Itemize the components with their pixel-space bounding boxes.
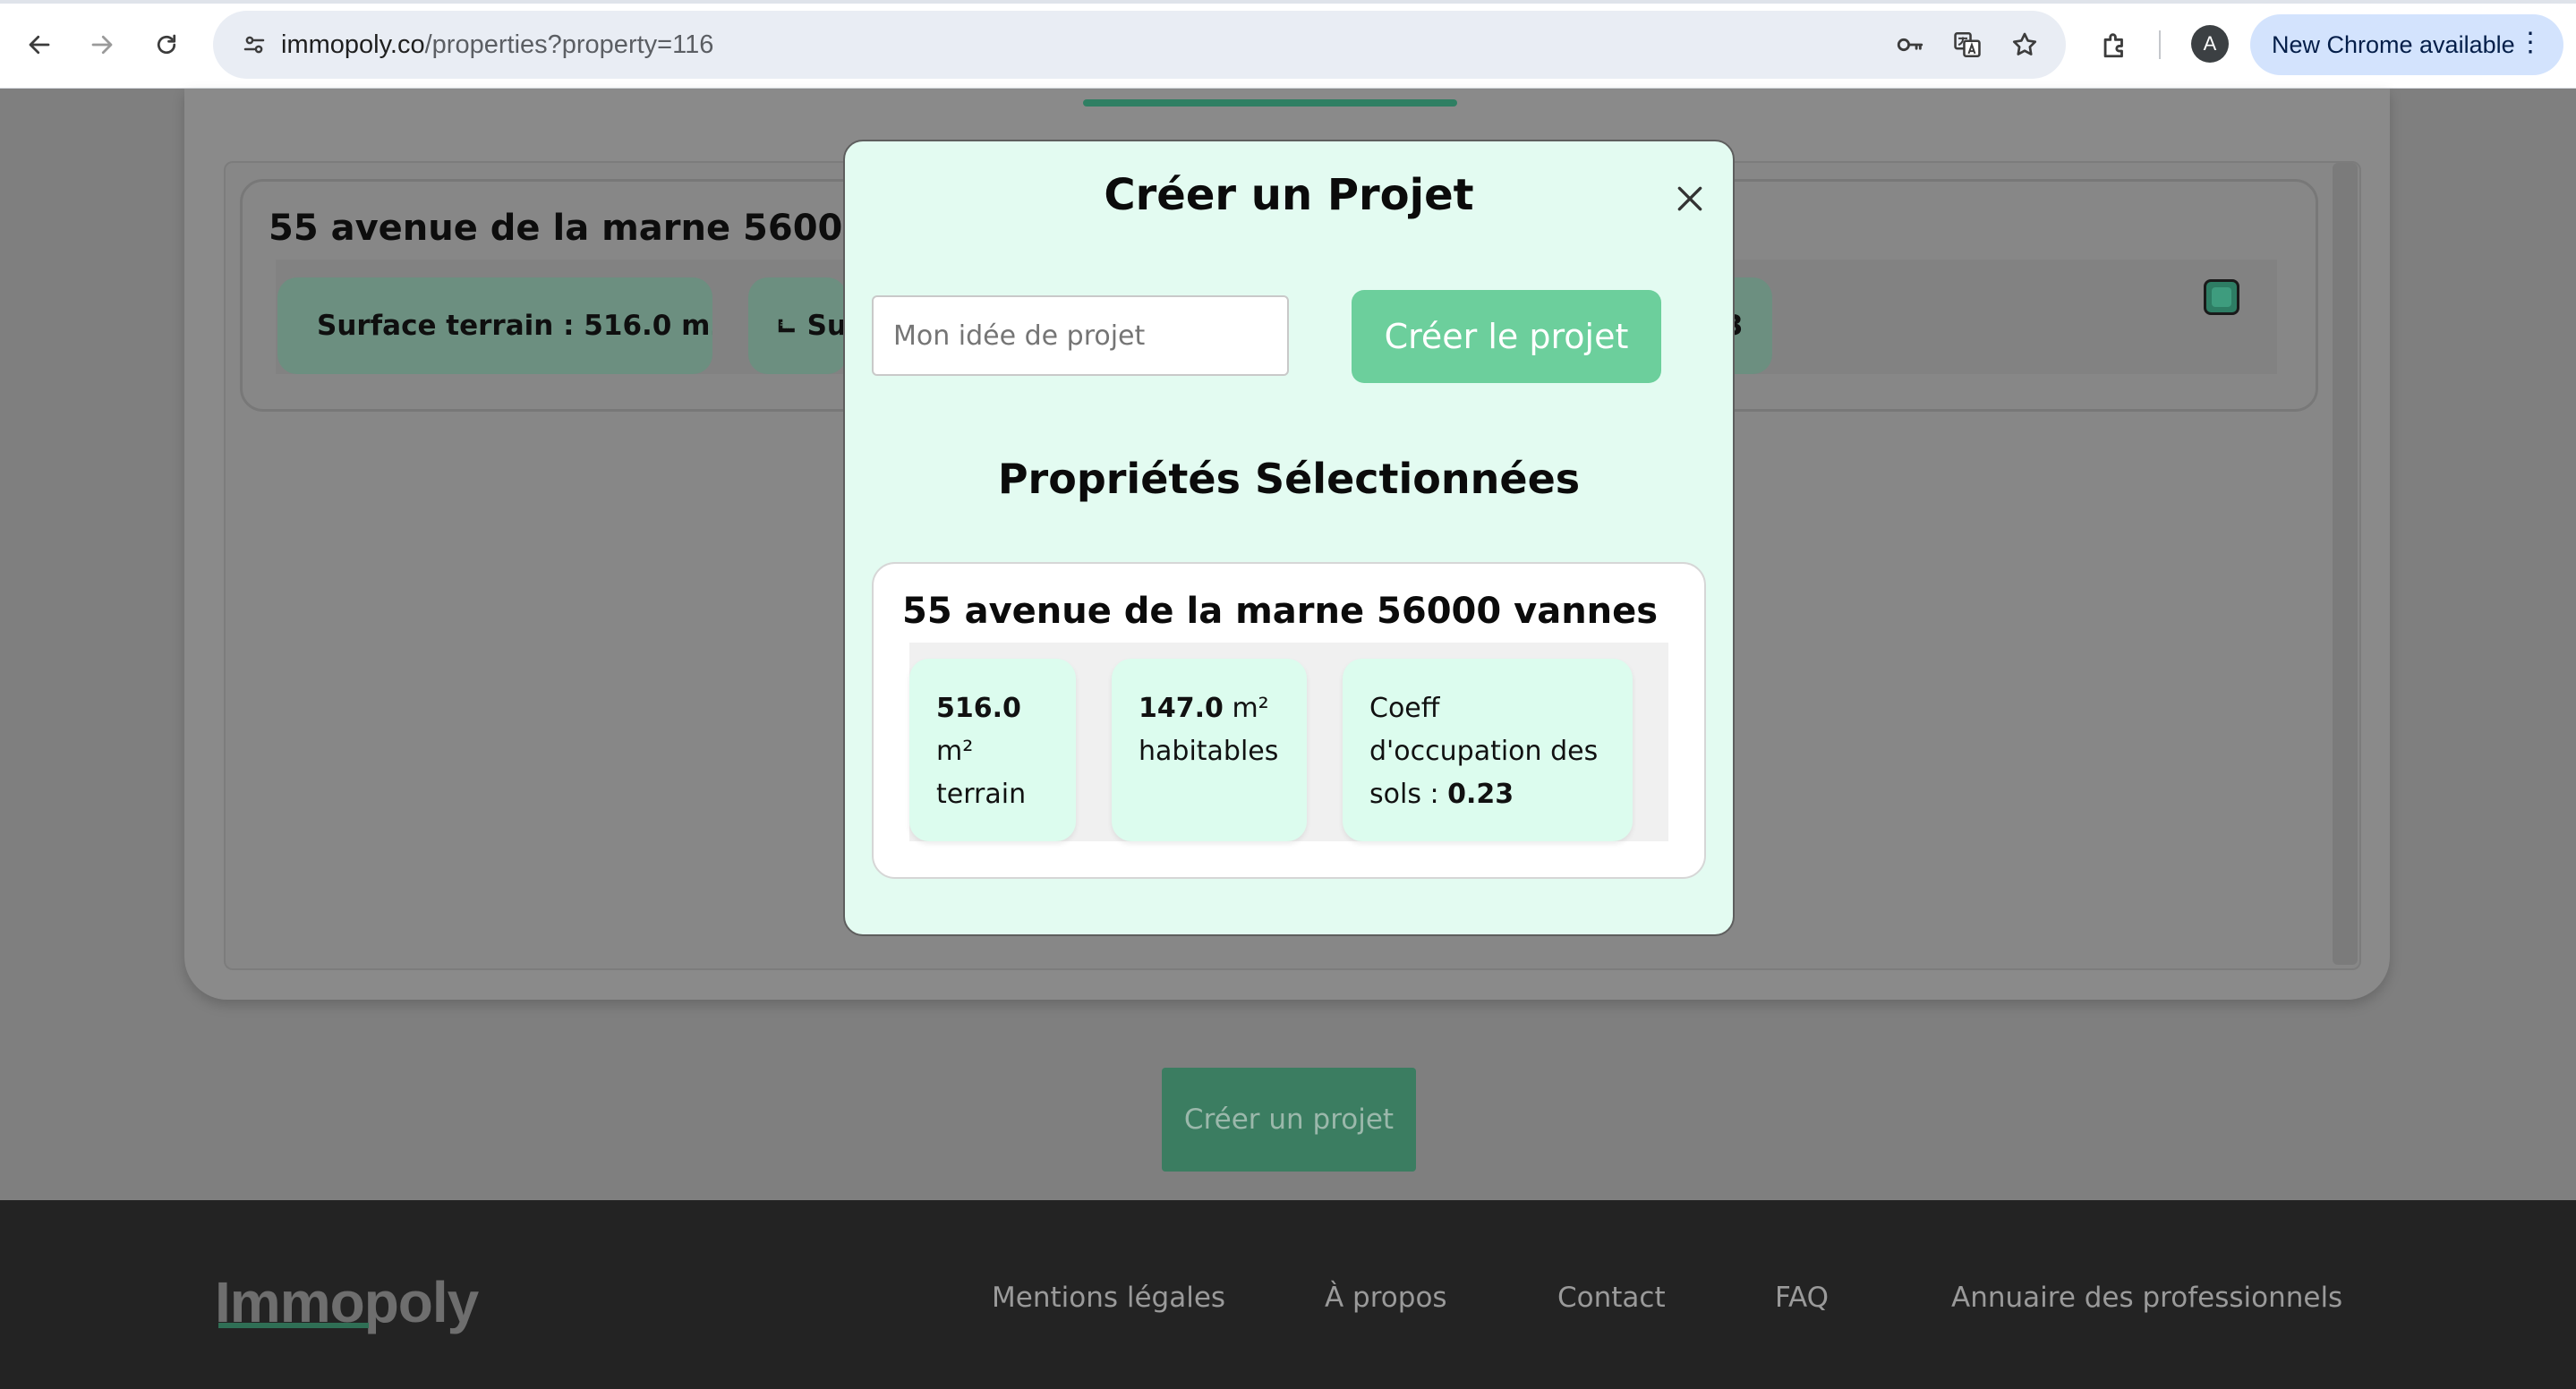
living-surface-value: 147.0 <box>1139 693 1224 724</box>
address-bar[interactable]: immopoly.co/properties?property=116 <box>213 11 2066 79</box>
modal-title: Créer un Projet <box>1104 170 1474 220</box>
cos-label-line-1: Coeff <box>1369 693 1440 724</box>
tab-strip-edge <box>0 0 2576 4</box>
create-project-button-bg[interactable]: Créer un projet <box>1162 1068 1416 1172</box>
site-settings-icon[interactable] <box>233 23 276 66</box>
active-tab-indicator <box>1083 99 1457 107</box>
land-surface-label: terrain <box>936 779 1027 810</box>
footer-link-faq[interactable]: FAQ <box>1775 1282 1829 1314</box>
cos-label-line-2: d'occupation des <box>1369 736 1599 767</box>
profile-avatar[interactable]: A <box>2191 25 2229 63</box>
scrollbar-track[interactable] <box>2333 163 2358 965</box>
project-idea-input[interactable] <box>872 295 1289 376</box>
property-card-title: 55 avenue de la marne 56000 v <box>269 208 904 249</box>
selected-properties-heading: Propriétés Sélectionnées <box>997 455 1581 503</box>
create-project-submit-button[interactable]: Créer le projet <box>1352 290 1661 383</box>
new-chrome-available-button[interactable]: New Chrome available ⋮ <box>2250 14 2563 75</box>
land-surface-value: 516.0 <box>936 693 1021 724</box>
surface-chip-partial: Su <box>748 277 847 374</box>
bookmark-star-icon[interactable] <box>2003 23 2046 66</box>
land-surface-badge: 516.0 m² terrain <box>909 659 1076 841</box>
password-key-icon[interactable] <box>1889 23 1932 66</box>
living-surface-unit: m² <box>1232 693 1269 724</box>
extensions-icon[interactable] <box>2093 23 2136 66</box>
living-surface-label: habitables <box>1139 736 1279 767</box>
more-menu-icon[interactable]: ⋮ <box>2517 27 2544 58</box>
cos-badge: Coeff d'occupation des sols : 0.23 <box>1343 659 1633 841</box>
selected-property-title: 55 avenue de la marne 56000 vannes <box>902 591 1659 632</box>
property-select-checkbox[interactable] <box>2204 279 2239 315</box>
back-arrow-icon[interactable] <box>18 23 61 66</box>
forward-arrow-icon[interactable] <box>81 23 124 66</box>
footer-link-directory[interactable]: Annuaire des professionnels <box>1951 1282 2342 1314</box>
update-label: New Chrome available <box>2272 30 2515 58</box>
logo-underline <box>218 1323 369 1328</box>
url-host: immopoly.co <box>281 30 425 59</box>
land-surface-text: Surface terrain : 516.0 m2 <box>317 310 712 342</box>
toolbar-divider <box>2159 30 2161 59</box>
footer-link-mentions[interactable]: Mentions légales <box>992 1282 1225 1314</box>
reload-icon[interactable] <box>145 23 188 66</box>
url-text[interactable]: immopoly.co/properties?property=116 <box>281 27 713 63</box>
cos-label-line-3: sols : <box>1369 779 1439 810</box>
land-surface-unit: m² <box>936 736 974 767</box>
browser-toolbar: immopoly.co/properties?property=116 A Ne… <box>0 0 2576 89</box>
translate-icon[interactable] <box>1946 23 1989 66</box>
land-surface-chip: Surface terrain : 516.0 m2 <box>277 277 712 374</box>
living-surface-badge: 147.0 m² habitables <box>1112 659 1307 841</box>
ruler-icon <box>778 319 795 333</box>
close-icon[interactable] <box>1668 177 1711 220</box>
footer-link-about[interactable]: À propos <box>1325 1282 1447 1314</box>
footer-link-contact[interactable]: Contact <box>1557 1282 1666 1314</box>
url-path: /properties?property=116 <box>424 30 714 59</box>
cos-value: 0.23 <box>1447 779 1514 810</box>
surface-chip-text: Su <box>806 310 847 342</box>
